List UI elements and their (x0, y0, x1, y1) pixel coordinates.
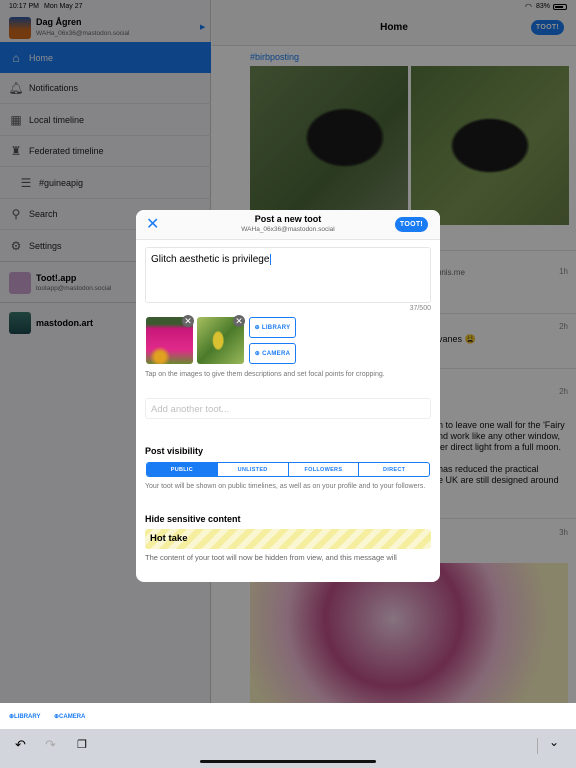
toot-button[interactable]: TOOT! (395, 217, 428, 232)
undo-icon[interactable]: ↶ (15, 737, 26, 753)
visibility-description: Your toot will be shown on public timeli… (145, 483, 426, 490)
status-date: Mon May 27 (44, 3, 83, 10)
toot-text-input[interactable]: Glitch aesthetic is privilege (145, 247, 431, 303)
battery-percent: 83% (536, 3, 551, 10)
add-another-toot-input[interactable]: Add another toot... (145, 398, 431, 419)
redo-icon[interactable]: ↷ (45, 737, 56, 753)
accessory-library-button[interactable]: ⊕LIBRARY (9, 713, 40, 720)
visibility-option-direct[interactable]: DIRECT (358, 463, 429, 476)
paste-icon[interactable]: ❐ (77, 738, 87, 751)
visibility-heading: Post visibility (145, 446, 204, 456)
home-indicator[interactable] (200, 760, 376, 763)
accessory-camera-button[interactable]: ⊕CAMERA (54, 713, 85, 720)
visibility-option-unlisted[interactable]: UNLISTED (216, 463, 288, 476)
plus-icon: ⊕ (254, 351, 261, 357)
remove-attachment-icon[interactable]: ✕ (233, 315, 245, 327)
library-button[interactable]: ⊕ LIBRARY (249, 317, 296, 338)
visibility-segmented-control: PUBLIC UNLISTED FOLLOWERS DIRECT (146, 462, 430, 477)
character-counter: 37/500 (409, 305, 431, 312)
modal-header: ✕ Post a new toot WAHa_06x36@mastodon.so… (136, 210, 440, 240)
visibility-option-public[interactable]: PUBLIC (147, 463, 217, 476)
compose-modal: ✕ Post a new toot WAHa_06x36@mastodon.so… (136, 210, 440, 582)
status-bar: 10:17 PM Mon May 27 ◠ 83% (0, 0, 576, 12)
status-time: 10:17 PM (9, 3, 39, 10)
sensitive-heading: Hide sensitive content (145, 514, 241, 524)
sensitive-description: The content of your toot will now be hid… (145, 553, 397, 562)
remove-attachment-icon[interactable]: ✕ (182, 315, 194, 327)
battery-icon (553, 4, 567, 10)
content-warning-input[interactable]: Hot take (145, 529, 431, 549)
modal-subtitle: WAHa_06x36@mastodon.social (241, 226, 335, 233)
camera-button[interactable]: ⊕ CAMERA (249, 343, 296, 364)
wifi-icon: ◠ (525, 2, 532, 11)
keyboard-shortcut-bar: ↶ ↷ ❐ ⌄ (0, 729, 576, 768)
attachment-hint: Tap on the images to give them descripti… (145, 371, 385, 378)
visibility-option-followers[interactable]: FOLLOWERS (287, 463, 359, 476)
plus-icon: ⊕ (254, 325, 260, 331)
divider (537, 738, 538, 754)
chevron-down-icon[interactable]: ⌄ (549, 735, 559, 749)
keyboard-accessory-bar: ⊕LIBRARY ⊕CAMERA (0, 703, 576, 729)
